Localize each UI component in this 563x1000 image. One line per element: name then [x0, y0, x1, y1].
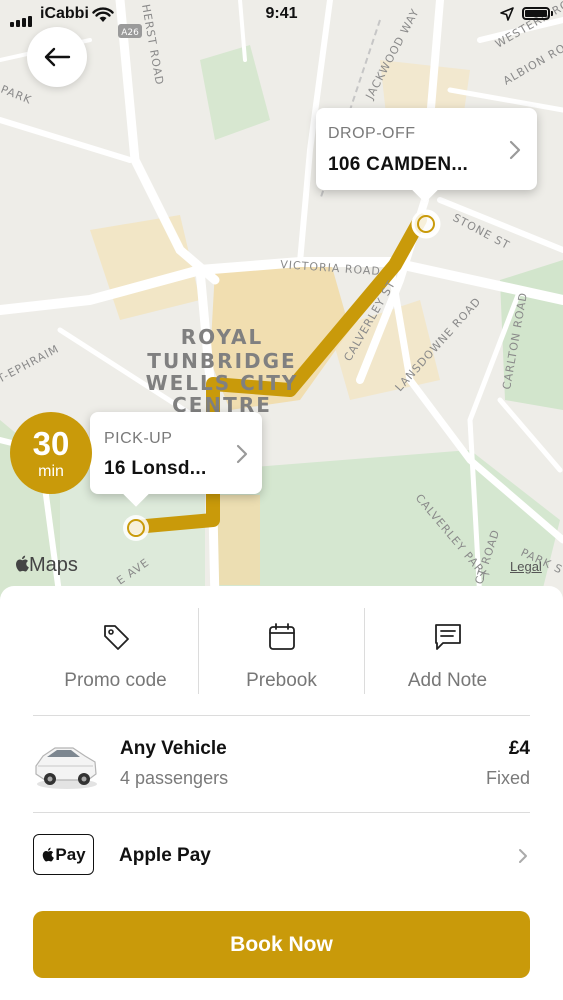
battery-tip [551, 11, 553, 16]
eta-badge: 30 min [10, 412, 92, 494]
apple-logo-icon [16, 555, 29, 572]
svg-text:ROYAL: ROYAL [181, 325, 263, 349]
promo-code-label: Promo code [64, 670, 167, 691]
prebook-button[interactable]: Prebook [199, 608, 364, 694]
chevron-right-icon [236, 444, 248, 464]
battery-icon [522, 7, 550, 20]
payment-method-row[interactable]: Pay Apple Pay [33, 814, 530, 902]
pickup-address: 16 Lonsd... [104, 458, 207, 479]
vehicle-row[interactable]: Any Vehicle 4 passengers £4 Fixed [33, 716, 530, 812]
svg-text:PARK: PARK [0, 83, 34, 107]
map-canvas: ROYAL TUNBRIDGE WELLS CITY CENTRE HERST … [0, 0, 563, 600]
maps-logo-text: Maps [29, 554, 78, 576]
booking-sheet: Promo code Prebook Add Note Any Vehicle … [0, 586, 563, 1000]
pickup-label: PICK-UP [104, 430, 173, 447]
fare-price: £4 [508, 738, 530, 759]
route-map[interactable]: ROYAL TUNBRIDGE WELLS CITY CENTRE HERST … [0, 0, 563, 600]
promo-code-button[interactable]: Promo code [33, 608, 198, 694]
location-arrow-icon [500, 7, 514, 21]
add-note-label: Add Note [407, 670, 488, 691]
svg-text:WELLS CITY: WELLS CITY [146, 371, 299, 395]
fare-type: Fixed [485, 768, 530, 788]
svg-text:TUNBRIDGE: TUNBRIDGE [147, 349, 296, 373]
booking-options: Promo code Prebook Add Note [33, 608, 530, 694]
chevron-right-icon [509, 140, 521, 160]
status-bar: iCabbi 9:41 [0, 0, 563, 30]
vehicle-name: Any Vehicle [120, 738, 227, 759]
book-now-button[interactable]: Book Now [33, 911, 530, 978]
chevron-right-icon [519, 849, 527, 863]
calendar-icon [268, 623, 295, 650]
back-arrow-icon [44, 47, 71, 67]
note-icon [434, 624, 461, 650]
dropoff-address: 106 CAMDEN... [328, 154, 469, 175]
divider [33, 812, 530, 813]
car-image [35, 747, 97, 789]
tag-icon [103, 625, 129, 650]
status-time: 9:41 [265, 5, 298, 22]
apple-logo-icon [43, 847, 55, 862]
back-button[interactable] [27, 27, 87, 87]
eta-value: 30 [32, 425, 70, 462]
prebook-label: Prebook [246, 670, 317, 691]
apple-pay-badge-text: Pay [55, 844, 86, 864]
svg-text:T-EPHRAIM: T-EPHRAIM [0, 342, 61, 386]
dropoff-label: DROP-OFF [328, 125, 416, 142]
add-note-button[interactable]: Add Note [365, 608, 530, 694]
pickup-callout[interactable]: PICK-UP 16 Lonsd... [90, 412, 262, 494]
apple-maps-logo: Maps [14, 554, 78, 577]
payment-method-name: Apple Pay [119, 845, 211, 866]
apple-pay-badge: Pay [33, 834, 94, 875]
eta-unit: min [38, 463, 64, 480]
legal-link[interactable]: Legal [510, 559, 542, 574]
vehicle-passengers: 4 passengers [120, 768, 229, 788]
dropoff-callout[interactable]: DROP-OFF 106 CAMDEN... [316, 108, 537, 190]
